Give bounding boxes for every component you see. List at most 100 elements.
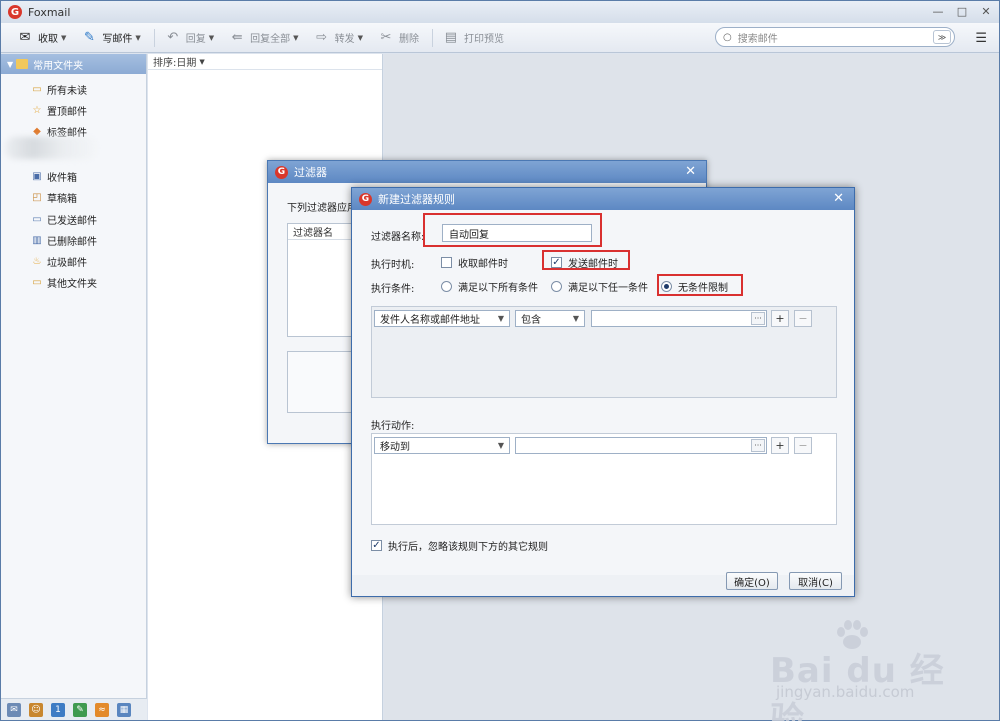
bottom-nav: ✉ ☺ 1 ✎ ≈ ▦ [1, 698, 147, 720]
watermark-brand: Bai du 经验 [770, 651, 945, 721]
cond-any-radio[interactable]: 满足以下任一条件 [551, 279, 648, 294]
draft-icon: ◰ [32, 191, 42, 203]
trash-icon: ▥ [32, 234, 42, 246]
chevron-down-icon: ▼ [572, 314, 579, 323]
search-input[interactable]: 搜索邮件 [738, 30, 933, 45]
feather-icon: ✎ [83, 30, 95, 45]
mail-icon[interactable]: ✉ [7, 702, 21, 717]
rss-icon[interactable]: ≈ [95, 702, 109, 717]
print-preview-icon: ▤ [444, 30, 458, 45]
menu-icon[interactable]: ☰ [975, 31, 987, 46]
envelope-icon: ✉ [19, 30, 31, 45]
add-action-button[interactable]: + [771, 437, 789, 454]
browse-icon[interactable]: ··· [751, 439, 765, 452]
folder-icon: ▭ [32, 276, 42, 288]
search-options-icon[interactable]: ≫ [933, 30, 951, 44]
highlight-cond [657, 274, 743, 296]
filter-name-label: 过滤器名称: [371, 232, 425, 243]
compose-button[interactable]: ✎ 写邮件 ▼ [75, 27, 145, 49]
foxmail-logo-icon: G [275, 165, 288, 179]
sort-selector[interactable]: 排序:日期 ▼ [148, 54, 382, 70]
filter-list-header: 过滤器名 [288, 224, 356, 240]
action-target-input[interactable]: ··· [515, 437, 767, 454]
print-preview-button[interactable]: ▤ 打印预览 [437, 27, 509, 49]
sidebar-item-unread[interactable]: ▭ 所有未读 [31, 81, 87, 97]
highlight-send [542, 250, 630, 270]
filter-list[interactable]: 过滤器名 [287, 223, 357, 337]
filter-dialog-title-bar: G 过滤器 ✕ [268, 161, 706, 183]
star-icon: ☆ [32, 104, 42, 116]
notes-icon[interactable]: ✎ [73, 702, 87, 717]
sidebar-item-deleted[interactable]: ▥ 已删除邮件 [31, 232, 97, 248]
minimize-button[interactable]: — [931, 4, 945, 18]
add-condition-button[interactable]: + [771, 310, 789, 327]
condition-label: 执行条件: [371, 284, 415, 295]
action-panel: 移动到 ▼ ··· + − [371, 433, 837, 525]
sidebar-item-other[interactable]: ▭ 其他文件夹 [31, 274, 97, 290]
condition-op-select[interactable]: 包含 ▼ [515, 310, 585, 327]
condition-value-input[interactable]: ··· [591, 310, 767, 327]
contacts-icon[interactable]: ☺ [29, 702, 43, 717]
search-box[interactable]: ○ 搜索邮件 ≫ [715, 27, 955, 47]
rule-dialog-close-button[interactable]: ✕ [833, 191, 844, 206]
rule-dialog-title-bar: G 新建过滤器规则 ✕ [352, 188, 854, 210]
forward-icon: ⇨ [316, 30, 328, 45]
sidebar-item-drafts[interactable]: ◰ 草稿箱 [31, 189, 77, 205]
receive-button[interactable]: ✉ 收取 ▼ [11, 27, 71, 49]
action-label: 执行动作: [371, 421, 415, 432]
browse-icon[interactable]: ··· [751, 312, 765, 325]
delete-button[interactable]: ✂ 删除 [372, 27, 424, 49]
scissors-icon: ✂ [380, 30, 392, 45]
sidebar-item-sent[interactable]: ▭ 已发送邮件 [31, 211, 97, 227]
checkbox-icon [441, 257, 452, 268]
action-select[interactable]: 移动到 ▼ [374, 437, 510, 454]
sidebar-item-junk[interactable]: ♨ 垃圾邮件 [31, 253, 87, 269]
maximize-button[interactable]: □ [955, 4, 969, 18]
sidebar-item-inbox[interactable]: ▣ 收件箱 [31, 168, 77, 184]
filter-description-box [287, 351, 357, 413]
highlight-name [423, 213, 602, 247]
chevron-down-icon: ▼ [497, 314, 504, 323]
foxmail-logo-icon: G [8, 5, 22, 19]
inbox-icon: ▣ [32, 170, 42, 182]
apps-icon[interactable]: ▦ [117, 702, 131, 717]
cond-all-radio[interactable]: 满足以下所有条件 [441, 279, 538, 294]
close-button[interactable]: ✕ [979, 4, 993, 18]
cancel-button[interactable]: 取消(C) [789, 572, 842, 590]
foxmail-logo-icon: G [359, 192, 372, 206]
reply-all-button[interactable]: ⇚ 回复全部 ▼ [223, 27, 303, 49]
folder-icon: ▭ [32, 83, 42, 95]
filter-dialog-close-button[interactable]: ✕ [685, 164, 696, 179]
title-bar: G Foxmail — □ ✕ [1, 1, 999, 23]
junk-icon: ♨ [32, 255, 42, 267]
forward-button[interactable]: ⇨ 转发 ▼ [308, 27, 368, 49]
radio-icon [551, 281, 562, 292]
baidu-watermark: Bai du 经验 jingyan.baidu.com [770, 615, 970, 721]
condition-field-select[interactable]: 发件人名称或邮件地址 ▼ [374, 310, 510, 327]
account-name-blurred[interactable] [5, 137, 97, 159]
app-title: Foxmail [28, 5, 71, 19]
watermark-url: jingyan.baidu.com [776, 683, 915, 701]
reply-button[interactable]: ↶ 回复 ▼ [159, 27, 219, 49]
dialog-footer [352, 575, 854, 596]
condition-panel: 发件人名称或邮件地址 ▼ 包含 ▼ ··· + − [371, 306, 837, 398]
remove-action-button[interactable]: − [794, 437, 812, 454]
folder-icon [16, 59, 29, 69]
remove-condition-button[interactable]: − [794, 310, 812, 327]
calendar-icon[interactable]: 1 [51, 702, 65, 717]
new-filter-rule-dialog: G 新建过滤器规则 ✕ 过滤器名称: 自动回复 执行时机: 收取邮件时 ✓ 发送邮… [351, 187, 855, 597]
sidebar-header[interactable]: ▼ 常用文件夹 [1, 54, 146, 74]
filter-dialog-intro: 下列过滤器应用 [287, 203, 357, 214]
ok-button[interactable]: 确定(O) [726, 572, 778, 590]
timing-receive-checkbox[interactable]: 收取邮件时 [441, 255, 508, 270]
chevron-down-icon: ▼ [497, 441, 504, 450]
checkmark-icon: ✓ [371, 539, 382, 551]
sent-icon: ▭ [32, 213, 42, 225]
collapse-icon: ▼ [7, 59, 14, 69]
reply-all-icon: ⇚ [231, 30, 243, 45]
reply-icon: ↶ [167, 30, 179, 45]
sidebar-item-pinned[interactable]: ☆ 置顶邮件 [31, 102, 87, 118]
sidebar: ▼ 常用文件夹 ▭ 所有未读 ☆ 置顶邮件 ◆ 标签邮件 ▣ 收件箱 ◰ 草稿箱 ▭ 已发送… [1, 54, 147, 698]
ignore-rules-checkbox[interactable]: ✓ 执行后，忽略该规则下方的其它规则 [371, 538, 548, 553]
tag-icon: ◆ [33, 125, 41, 137]
